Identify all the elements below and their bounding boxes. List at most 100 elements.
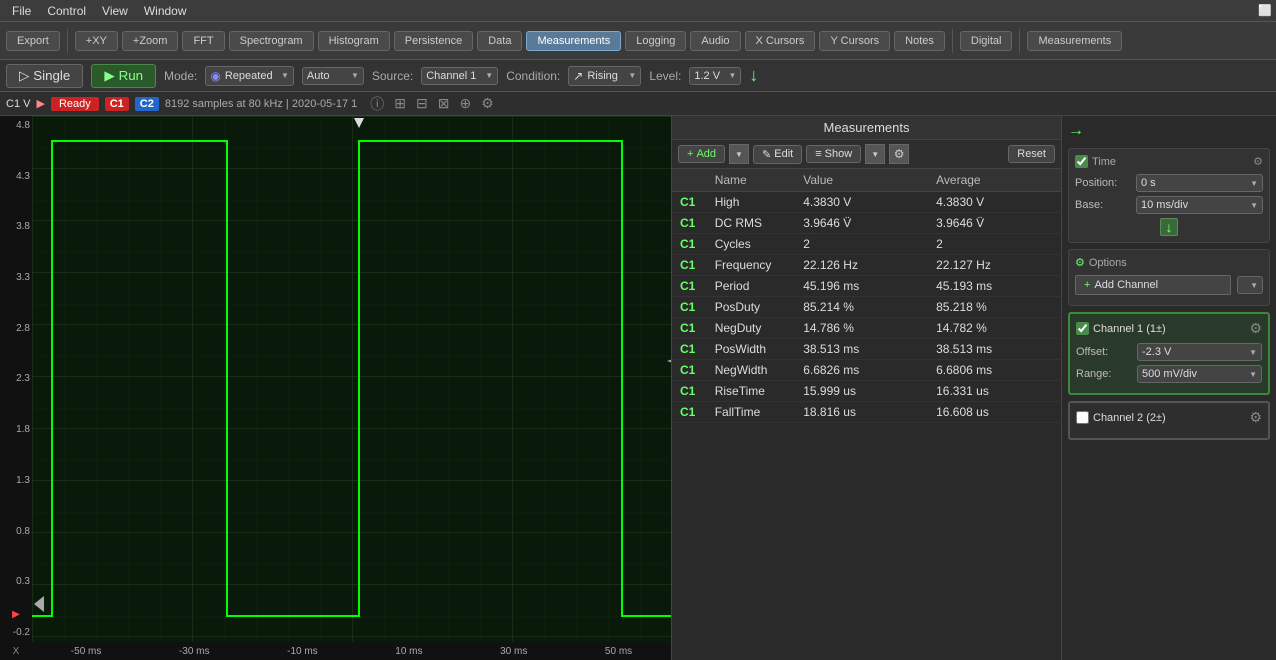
table-row[interactable]: C1 High 4.3830 V 4.3830 V xyxy=(672,192,1061,213)
table-row[interactable]: C1 Cycles 2 2 xyxy=(672,234,1061,255)
table-row[interactable]: C1 PosDuty 85.214 % 85.218 % xyxy=(672,297,1061,318)
tab-xcursors[interactable]: X Cursors xyxy=(745,31,816,51)
add-channel-select[interactable] xyxy=(1242,279,1258,291)
measurements-header: Measurements xyxy=(672,116,1061,140)
save-icon[interactable]: ⊟ xyxy=(413,94,431,113)
show-measurement-button[interactable]: ≡ Show xyxy=(806,145,861,163)
col-header-ch xyxy=(672,169,707,192)
edit-icon: ✎ xyxy=(762,148,771,161)
menu-control[interactable]: Control xyxy=(39,2,94,20)
cell-name: FallTime xyxy=(707,402,796,423)
run-button[interactable]: ▶ Run xyxy=(91,64,156,88)
cell-name: DC RMS xyxy=(707,213,796,234)
table-row[interactable]: C1 RiseTime 15.999 us 16.331 us xyxy=(672,381,1061,402)
range-select[interactable]: 500 mV/div xyxy=(1142,368,1214,380)
tab-measurements[interactable]: Measurements xyxy=(526,31,621,51)
mode-select-wrapper[interactable]: ◉ Repeated Single xyxy=(205,66,293,86)
align-icon[interactable]: ⊠ xyxy=(435,94,453,113)
time-checkbox[interactable] xyxy=(1075,155,1088,168)
cell-value: 15.999 us xyxy=(795,381,928,402)
info-icon[interactable]: ⓘ xyxy=(367,93,387,115)
add-dropdown-button[interactable]: ▼ xyxy=(729,144,749,164)
offset-select-wrapper[interactable]: -2.3 V xyxy=(1137,343,1262,361)
channel2-checkbox[interactable] xyxy=(1076,411,1089,424)
copy-icon[interactable]: ⊞ xyxy=(391,94,409,113)
col-header-name: Name xyxy=(707,169,796,192)
channel2-settings-icon[interactable]: ⚙ xyxy=(1249,409,1262,426)
trigger-bar: ▷ Single ▶ Run Mode: ◉ Repeated Single A… xyxy=(0,60,1276,92)
table-row[interactable]: C1 DC RMS 3.9646 V̈ 3.9646 V̈ xyxy=(672,213,1061,234)
c1-badge[interactable]: C1 xyxy=(105,97,129,111)
play-button[interactable]: ▶ xyxy=(36,97,44,110)
level-label: Level: xyxy=(649,69,681,83)
position-select[interactable]: 0 s xyxy=(1141,177,1172,189)
table-row[interactable]: C1 Frequency 22.126 Hz 22.127 Hz xyxy=(672,255,1061,276)
settings-button[interactable]: ⚙ xyxy=(889,144,909,164)
tab-persistence[interactable]: Persistence xyxy=(394,31,473,51)
tab-xy[interactable]: +XY xyxy=(75,31,118,51)
channel1-checkbox[interactable] xyxy=(1076,322,1089,335)
reset-button[interactable]: Reset xyxy=(1008,145,1055,163)
c2-badge[interactable]: C2 xyxy=(135,97,159,111)
tab-data[interactable]: Data xyxy=(477,31,522,51)
table-row[interactable]: C1 PosWidth 38.513 ms 38.513 ms xyxy=(672,339,1061,360)
tab-spectrogram[interactable]: Spectrogram xyxy=(229,31,314,51)
time-down-button[interactable]: ↓ xyxy=(1160,218,1178,236)
table-row[interactable]: C1 NegWidth 6.6826 ms 6.6806 ms xyxy=(672,360,1061,381)
tab-fft[interactable]: FFT xyxy=(182,31,224,51)
table-row[interactable]: C1 NegDuty 14.786 % 14.782 % xyxy=(672,318,1061,339)
single-button[interactable]: ▷ Single xyxy=(6,64,83,88)
time-settings-icon[interactable]: ⚙ xyxy=(1253,155,1263,168)
plus-icon: + xyxy=(687,148,693,160)
table-row[interactable]: C1 FallTime 18.816 us 16.608 us xyxy=(672,402,1061,423)
zoom-icon[interactable]: ⊕ xyxy=(456,94,474,113)
table-row[interactable]: C1 Period 45.196 ms 45.193 ms xyxy=(672,276,1061,297)
source-select[interactable]: Channel 1 Channel 2 xyxy=(426,70,493,82)
base-select[interactable]: 10 ms/div xyxy=(1141,199,1205,211)
range-select-wrapper[interactable]: 500 mV/div xyxy=(1137,365,1262,383)
settings-icon2[interactable]: ⚙ xyxy=(478,94,497,113)
add-channel-row: + Add Channel xyxy=(1075,275,1263,295)
auto-select[interactable]: Auto Normal xyxy=(307,70,359,82)
cell-name: Frequency xyxy=(707,255,796,276)
offset-select[interactable]: -2.3 V xyxy=(1142,346,1188,358)
tab-audio[interactable]: Audio xyxy=(690,31,740,51)
rising-icon: ↗ xyxy=(573,69,583,83)
cell-ch: C1 xyxy=(672,255,707,276)
condition-select-wrapper[interactable]: ↗ Rising Falling xyxy=(568,66,641,86)
options-icon: ⚙ xyxy=(1075,256,1085,269)
cell-average: 85.218 % xyxy=(928,297,1061,318)
col-header-average: Average xyxy=(928,169,1061,192)
tab-notes[interactable]: Notes xyxy=(894,31,945,51)
tab-digital[interactable]: Digital xyxy=(960,31,1013,51)
auto-select-wrapper[interactable]: Auto Normal xyxy=(302,67,364,85)
menu-file[interactable]: File xyxy=(4,2,39,20)
tab-zoom[interactable]: +Zoom xyxy=(122,31,179,51)
condition-label: Condition: xyxy=(506,69,560,83)
add-channel-button[interactable]: + Add Channel xyxy=(1075,275,1231,295)
menu-window[interactable]: Window xyxy=(136,2,195,20)
menu-view[interactable]: View xyxy=(94,2,136,20)
add-channel-plus-icon: + xyxy=(1084,279,1090,291)
mode-select[interactable]: Repeated Single xyxy=(225,70,289,82)
add-measurement-button[interactable]: + Add xyxy=(678,145,725,163)
tab-logging[interactable]: Logging xyxy=(625,31,686,51)
level-select-wrapper[interactable]: 1.2 V xyxy=(689,67,741,85)
time-title: Time ⚙ xyxy=(1075,155,1263,168)
position-select-wrapper[interactable]: 0 s xyxy=(1136,174,1263,192)
cell-value: 22.126 Hz xyxy=(795,255,928,276)
condition-select[interactable]: Rising Falling xyxy=(587,70,636,82)
tab-export[interactable]: Export xyxy=(6,31,60,51)
show-dropdown-button[interactable]: ▼ xyxy=(865,144,885,164)
level-select[interactable]: 1.2 V xyxy=(694,70,736,82)
edit-measurement-button[interactable]: ✎ Edit xyxy=(753,145,802,164)
tab-ycursors[interactable]: Y Cursors xyxy=(819,31,890,51)
base-select-wrapper[interactable]: 10 ms/div xyxy=(1136,196,1263,214)
oscilloscope[interactable]: 4.8 4.3 3.8 3.3 2.8 2.3 1.8 1.3 0.8 0.3 … xyxy=(0,116,672,660)
tab-histogram[interactable]: Histogram xyxy=(318,31,390,51)
cell-average: 14.782 % xyxy=(928,318,1061,339)
source-select-wrapper[interactable]: Channel 1 Channel 2 xyxy=(421,67,498,85)
channel1-settings-icon[interactable]: ⚙ xyxy=(1249,320,1262,337)
add-channel-dropdown[interactable] xyxy=(1237,276,1263,294)
tab-measurements2[interactable]: Measurements xyxy=(1027,31,1122,51)
